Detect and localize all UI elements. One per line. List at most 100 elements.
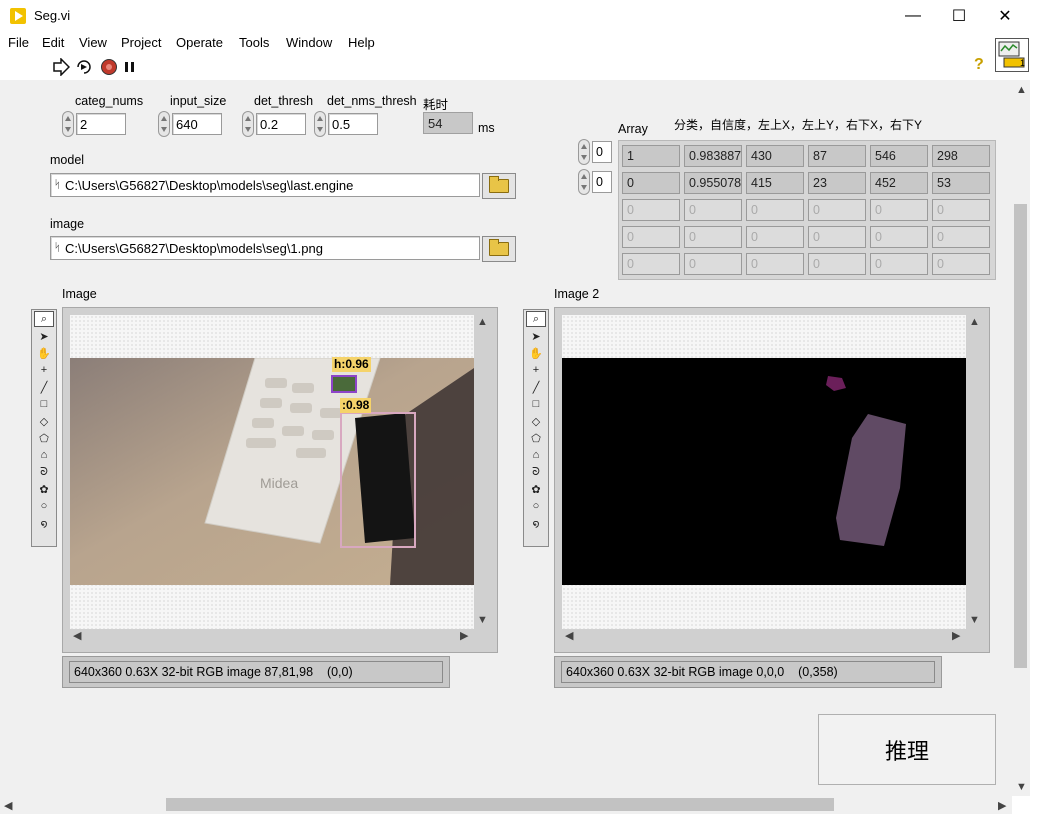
array-cell: 0 <box>746 199 804 221</box>
polygon-icon[interactable]: ⌂ <box>34 447 54 463</box>
menu-tools[interactable]: Tools <box>239 35 269 50</box>
array-cell: 0 <box>808 226 866 248</box>
det-nms-thresh-input[interactable]: 0.5 <box>328 113 378 135</box>
vi-icon[interactable]: 1 <box>995 38 1029 72</box>
scroll-left-icon[interactable]: ◀ <box>565 629 573 642</box>
det-nms-thresh-spinner[interactable] <box>314 111 326 137</box>
circle-icon[interactable]: ○ <box>34 498 54 514</box>
rectangle-icon[interactable]: □ <box>526 396 546 412</box>
folder-icon <box>489 176 509 193</box>
image-path-input[interactable]: ᛋ C:\Users\G56827\Desktop\models\seg\1.pn… <box>50 236 480 260</box>
image-label: image <box>50 217 85 231</box>
model-path-input[interactable]: ᛋ C:\Users\G56827\Desktop\models\seg\last… <box>50 173 480 197</box>
run-continuously-icon[interactable] <box>75 58 93 76</box>
crosshair-icon[interactable]: + <box>526 362 546 378</box>
array-cell: 0.955078 <box>684 172 742 194</box>
menu-edit[interactable]: Edit <box>42 35 64 50</box>
array-row-spinner[interactable] <box>578 139 590 165</box>
categ-nums-spinner[interactable] <box>62 111 74 137</box>
scroll-right-icon[interactable]: ▶ <box>460 629 468 642</box>
scroll-left-icon[interactable]: ◀ <box>73 629 81 642</box>
freehand-icon[interactable]: ᘐ <box>34 464 54 480</box>
elapsed-indicator: 54 <box>423 112 473 134</box>
array-cell: 0 <box>870 226 928 248</box>
crosshair-icon[interactable]: + <box>34 362 54 378</box>
oval-icon[interactable]: ⬠ <box>526 430 546 446</box>
scroll-down-icon[interactable]: ▼ <box>1016 781 1027 793</box>
array-cell: 23 <box>808 172 866 194</box>
categ-nums-input[interactable]: 2 <box>76 113 126 135</box>
pan-icon[interactable]: ✋ <box>34 345 54 361</box>
line-icon[interactable]: ╱ <box>34 379 54 395</box>
image2-status-text: 640x360 0.63X 32-bit RGB image 0,0,0 (0,… <box>561 661 935 683</box>
run-arrow-icon[interactable] <box>52 58 70 76</box>
zoom-icon[interactable]: ⌕ <box>526 311 546 327</box>
zoom-icon[interactable]: ⌕ <box>34 311 54 327</box>
scroll-left-icon[interactable]: ◀ <box>4 799 12 812</box>
vertical-scroll-thumb[interactable] <box>1014 204 1027 668</box>
scroll-down-icon[interactable]: ▼ <box>969 614 980 626</box>
array-cell: 0 <box>684 199 742 221</box>
folder-icon <box>489 239 509 256</box>
array-cell: 0 <box>870 199 928 221</box>
array-col-spinner[interactable] <box>578 169 590 195</box>
abort-icon[interactable] <box>100 58 118 76</box>
array-cell: 0 <box>622 199 680 221</box>
scroll-down-icon[interactable]: ▼ <box>477 614 488 626</box>
close-button[interactable]: ✕ <box>982 0 1028 32</box>
array-row-index[interactable]: 0 <box>592 141 612 163</box>
image2-display-label: Image 2 <box>554 287 600 301</box>
horizontal-scroll-thumb[interactable] <box>166 798 834 811</box>
broken-line-icon[interactable]: ໑ <box>526 515 546 531</box>
infer-button[interactable]: 推理 <box>818 714 996 785</box>
pan-icon[interactable]: ✋ <box>526 345 546 361</box>
image2-tools-palette: ⌕ ➤ ✋ + ╱ □ ◇ ⬠ ⌂ ᘐ ✿ ○ ໑ <box>523 309 549 547</box>
array-col-index[interactable]: 0 <box>592 171 612 193</box>
det-thresh-input[interactable]: 0.2 <box>256 113 306 135</box>
scroll-right-icon[interactable]: ▶ <box>998 799 1006 812</box>
oval-icon[interactable]: ⬠ <box>34 430 54 446</box>
input-size-label: input_size <box>170 94 227 108</box>
array-cell: 0 <box>622 172 680 194</box>
array-cell: 0 <box>808 199 866 221</box>
broken-line-icon[interactable]: ໑ <box>34 515 54 531</box>
annulus-icon[interactable]: ✿ <box>34 481 54 497</box>
menu-operate[interactable]: Operate <box>176 35 223 50</box>
input-size-input[interactable]: 640 <box>172 113 222 135</box>
image-status-bar: 640x360 0.63X 32-bit RGB image 87,81,98 … <box>62 656 450 688</box>
scroll-up-icon[interactable]: ▲ <box>969 316 980 328</box>
scroll-up-icon[interactable]: ▲ <box>477 316 488 328</box>
array-cell: 0 <box>932 253 990 275</box>
array-cell: 298 <box>932 145 990 167</box>
circle-icon[interactable]: ○ <box>526 498 546 514</box>
input-size-spinner[interactable] <box>158 111 170 137</box>
elapsed-label: 耗时 <box>423 98 449 112</box>
minimize-button[interactable]: — <box>890 0 936 32</box>
array-cell: 0 <box>684 253 742 275</box>
rotated-rect-icon[interactable]: ◇ <box>526 413 546 429</box>
pointer-icon[interactable]: ➤ <box>34 328 54 344</box>
freehand-icon[interactable]: ᘐ <box>526 464 546 480</box>
polygon-icon[interactable]: ⌂ <box>526 447 546 463</box>
det-thresh-spinner[interactable] <box>242 111 254 137</box>
image-browse-button[interactable] <box>482 236 516 262</box>
title-bar <box>0 0 1038 32</box>
model-browse-button[interactable] <box>482 173 516 199</box>
menu-file[interactable]: File <box>8 35 29 50</box>
scroll-right-icon[interactable]: ▶ <box>952 629 960 642</box>
pointer-icon[interactable]: ➤ <box>526 328 546 344</box>
menu-help[interactable]: Help <box>348 35 375 50</box>
line-icon[interactable]: ╱ <box>526 379 546 395</box>
maximize-button[interactable]: ☐ <box>936 0 982 32</box>
rotated-rect-icon[interactable]: ◇ <box>34 413 54 429</box>
array-label: Array <box>618 122 648 136</box>
menu-view[interactable]: View <box>79 35 107 50</box>
context-help-icon[interactable]: ? <box>974 56 984 74</box>
scroll-up-icon[interactable]: ▲ <box>1016 84 1027 96</box>
path-icon: ᛋ <box>54 242 61 254</box>
menu-window[interactable]: Window <box>286 35 332 50</box>
menu-project[interactable]: Project <box>121 35 161 50</box>
annulus-icon[interactable]: ✿ <box>526 481 546 497</box>
pause-icon[interactable] <box>122 58 138 76</box>
rectangle-icon[interactable]: □ <box>34 396 54 412</box>
